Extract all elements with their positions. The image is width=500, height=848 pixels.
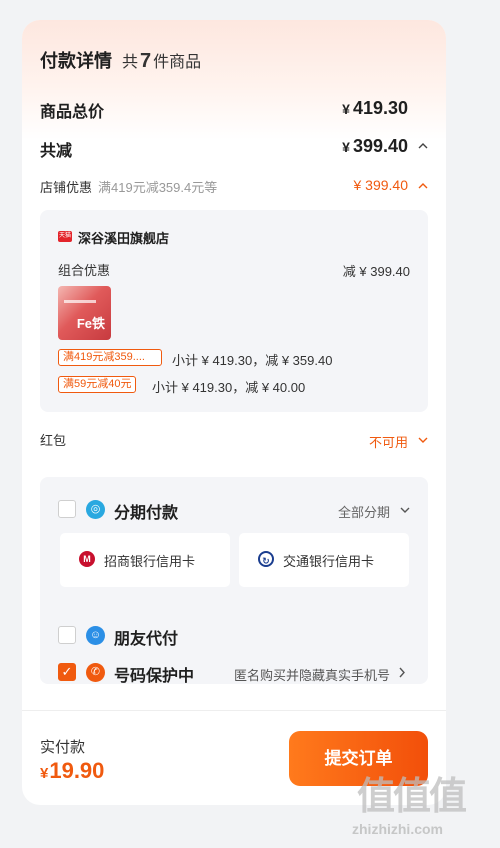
shop-discount-row: 店铺优惠 满419元减359.4元等 bbox=[40, 177, 217, 196]
amount-number: 419.30 bbox=[352, 98, 408, 118]
payment-options-panel: ◎ 分期付款 全部分期 M 招商银行信用卡 ↻ 交通银行信用卡 ☺ 朋友代付 ✓… bbox=[40, 477, 428, 686]
bank-name: 招商银行信用卡 bbox=[104, 554, 196, 569]
chevron-right-icon[interactable] bbox=[398, 667, 406, 678]
shop-discount-amount[interactable]: ¥ 399.40 bbox=[354, 177, 409, 193]
phone-shield-icon: ✆ bbox=[86, 663, 105, 682]
currency-symbol: ¥ bbox=[40, 765, 49, 782]
cmb-bank-icon: M bbox=[79, 551, 95, 567]
shop-discount-label: 店铺优惠 bbox=[40, 180, 93, 195]
page-title: 付款详情 bbox=[40, 51, 112, 71]
bocom-bank-icon: ↻ bbox=[258, 551, 274, 567]
red-packet-status[interactable]: 不可用 bbox=[369, 432, 408, 451]
bank-card-option[interactable]: ↻ 交通银行信用卡 bbox=[239, 533, 409, 587]
number-protect-label[interactable]: 号码保护中 bbox=[114, 662, 194, 686]
total-price-value: ¥419.30 bbox=[342, 98, 408, 119]
count-number: 7 bbox=[140, 50, 152, 72]
watermark-url: zhizhizhi.com bbox=[352, 821, 443, 837]
combo-discount-label: 组合优惠 bbox=[58, 263, 111, 278]
header-gradient bbox=[22, 20, 446, 140]
bank-card-option[interactable]: M 招商银行信用卡 bbox=[60, 533, 230, 587]
promo-subtotal: 小计 ¥ 419.30，减 ¥ 40.00 bbox=[152, 380, 306, 395]
promo-tag[interactable]: 满419元减359.... bbox=[58, 349, 162, 366]
bank-name: 交通银行信用卡 bbox=[283, 554, 375, 569]
product-thumbnail[interactable]: Fe铁 bbox=[58, 286, 111, 340]
paid-amount-label: 实付款 bbox=[40, 739, 86, 756]
chevron-up-icon[interactable] bbox=[418, 142, 428, 150]
amount-number: 19.90 bbox=[49, 758, 105, 783]
watermark-logo: 值值值 bbox=[357, 776, 467, 818]
friend-pay-icon: ☺ bbox=[86, 626, 105, 645]
friend-pay-label[interactable]: 朋友代付 bbox=[114, 625, 178, 649]
red-packet-label: 红包 bbox=[40, 433, 67, 448]
store-discount-panel: 天猫 深谷溪田旗舰店 组合优惠 减 ¥ 399.40 Fe铁 满419元减359… bbox=[40, 210, 428, 412]
currency-symbol: ¥ bbox=[342, 139, 350, 155]
item-count: 共 7 件商品 bbox=[122, 48, 201, 73]
total-discount-value[interactable]: ¥399.40 bbox=[342, 136, 408, 157]
count-prefix: 共 bbox=[122, 54, 139, 71]
chevron-up-icon[interactable] bbox=[418, 182, 428, 190]
paid-amount-value: ¥19.90 bbox=[40, 758, 104, 784]
installment-option[interactable]: 全部分期 bbox=[338, 502, 390, 521]
product-label: Fe铁 bbox=[76, 316, 105, 331]
total-discount-label: 共减 bbox=[40, 143, 73, 160]
friend-pay-checkbox[interactable] bbox=[58, 626, 76, 644]
chevron-down-icon[interactable] bbox=[400, 506, 410, 514]
total-price-label: 商品总价 bbox=[40, 104, 105, 121]
promo-subtotal: 小计 ¥ 419.30，减 ¥ 359.40 bbox=[172, 353, 333, 368]
installment-icon: ◎ bbox=[86, 500, 105, 519]
combo-discount-amount: 减 ¥ 399.40 bbox=[342, 264, 410, 279]
footer-divider bbox=[22, 710, 446, 711]
shop-discount-detail: 满419元减359.4元等 bbox=[98, 180, 218, 195]
payment-details-card: 付款详情 共 7 件商品 商品总价 ¥419.30 共减 ¥399.40 店铺优惠满… bbox=[22, 20, 446, 805]
amount-number: 399.40 bbox=[352, 136, 408, 156]
tmall-badge-icon: 天猫 bbox=[58, 231, 72, 242]
chevron-down-icon[interactable] bbox=[418, 436, 428, 444]
currency-symbol: ¥ bbox=[342, 101, 350, 117]
installment-checkbox[interactable] bbox=[58, 500, 76, 518]
promo-tag[interactable]: 满59元减40元 bbox=[58, 376, 137, 393]
store-name[interactable]: 深谷溪田旗舰店 bbox=[78, 228, 169, 247]
installment-label[interactable]: 分期付款 bbox=[114, 499, 178, 523]
number-protect-checkbox[interactable]: ✓ bbox=[58, 663, 76, 681]
number-protect-desc[interactable]: 匿名购买并隐藏真实手机号 bbox=[234, 665, 390, 684]
count-suffix: 件商品 bbox=[153, 54, 202, 71]
product-label-stripe bbox=[64, 300, 96, 303]
